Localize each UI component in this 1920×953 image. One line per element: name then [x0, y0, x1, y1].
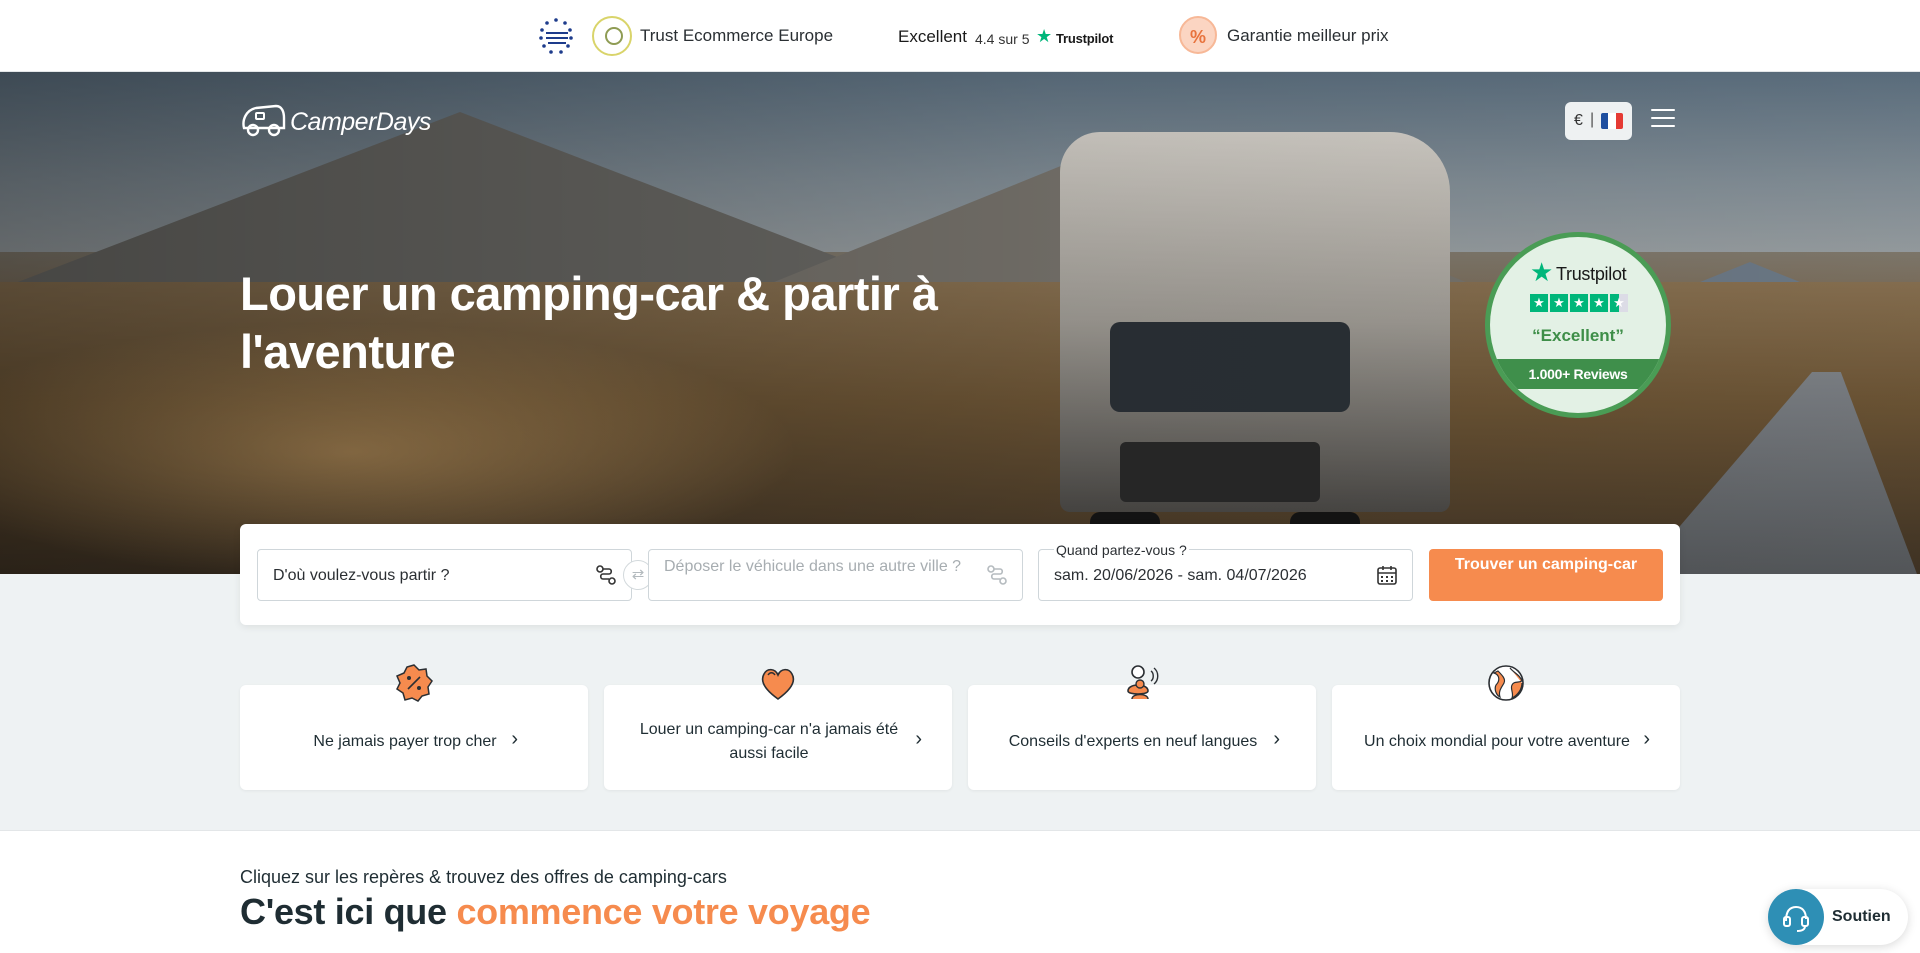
- support-label: Soutien: [1832, 908, 1891, 925]
- map-title-accent: commence votre voyage: [456, 891, 871, 932]
- star-icon: ★: [1530, 294, 1548, 312]
- trustpilot-badge-brand: Trustpilot: [1556, 264, 1627, 284]
- date-range-value: sam. 20/06/2026 - sam. 04/07/2026: [1054, 567, 1307, 584]
- camper-logo-icon: [242, 104, 286, 137]
- hero-banner: CamperDays € | Louer un camping-car & pa…: [0, 72, 1920, 574]
- trust-bar: Trust Ecommerce Europe Excellent 4.4 sur…: [0, 0, 1920, 72]
- trust-ecommerce-label: Trust Ecommerce Europe: [640, 26, 834, 45]
- pickup-location-field[interactable]: D'où voulez-vous partir ?: [257, 549, 632, 601]
- garantie-label: Garantie meilleur prix: [1227, 26, 1389, 45]
- feature-label: Louer un camping-car n'a jamais été auss…: [639, 720, 899, 762]
- support-button[interactable]: Soutien: [1768, 889, 1908, 945]
- map-section: Cliquez sur les repères & trouvez des of…: [0, 830, 1920, 953]
- trust-ecommerce-europe-logo: [539, 18, 573, 54]
- date-range-field[interactable]: Quand partez-vous ? sam. 20/06/2026 - sa…: [1038, 542, 1413, 601]
- feature-label: Conseils d'experts en neuf langues: [1008, 732, 1258, 750]
- feature-card-worldwide[interactable]: Un choix mondial pour votre aventure ›: [1332, 665, 1680, 790]
- rating-word: Excellent: [898, 27, 967, 46]
- find-camper-button[interactable]: Trouver un camping-car: [1429, 549, 1663, 601]
- dropoff-location-placeholder: Déposer le véhicule dans une autre ville…: [664, 558, 962, 575]
- chevron-right-icon: ›: [1273, 728, 1280, 750]
- trustpilot-star-icon: ★: [1530, 257, 1554, 287]
- search-form: D'où voulez-vous partir ? ⇄ Déposer le v…: [240, 524, 1680, 625]
- star-icon: ★: [1570, 294, 1588, 312]
- chevron-right-icon: ›: [511, 728, 518, 750]
- map-title-plain: C'est ici que: [240, 891, 457, 932]
- chevron-right-icon: ›: [915, 728, 922, 750]
- rating-score: 4.4 sur 5: [975, 31, 1030, 47]
- trustpilot-reviews: 1.000+ Reviews: [1490, 359, 1666, 389]
- hamburger-menu-icon[interactable]: [1651, 109, 1675, 129]
- calendar-icon: [1377, 566, 1397, 585]
- certification-seal-icon: [592, 16, 632, 56]
- feature-card-experts[interactable]: Conseils d'experts en neuf langues ›: [968, 665, 1316, 790]
- map-section-title: C'est ici que commence votre voyage: [240, 891, 871, 933]
- star-icon: ★: [1590, 294, 1608, 312]
- feature-card-easy[interactable]: Louer un camping-car n'a jamais été auss…: [604, 668, 952, 790]
- dropoff-location-field[interactable]: Déposer le véhicule dans une autre ville…: [648, 549, 1023, 601]
- support-chat-icon: [1768, 889, 1824, 945]
- chevron-right-icon: ›: [1643, 728, 1650, 750]
- star-icon: ★: [1550, 294, 1568, 312]
- route-icon: [987, 565, 1007, 585]
- trustpilot-star-icon: ★: [1036, 26, 1053, 46]
- feature-label: Ne jamais payer trop cher: [313, 732, 497, 750]
- currency-language-selector[interactable]: € |: [1565, 102, 1632, 140]
- currency-symbol: €: [1574, 112, 1583, 129]
- feature-label: Un choix mondial pour votre aventure: [1364, 732, 1630, 750]
- trustpilot-quote: “Excellent”: [1532, 326, 1624, 345]
- percent-icon: %: [1179, 16, 1217, 54]
- feature-card-price[interactable]: Ne jamais payer trop cher ›: [240, 664, 588, 790]
- rating-stars: ★ ★ ★ ★ ★: [1530, 294, 1628, 312]
- trustpilot-badge: ★ Trustpilot ★ ★ ★ ★ ★ “Excellent” 1.000…: [1485, 232, 1671, 418]
- logo-text: CamperDays: [290, 108, 431, 136]
- half-star-icon: ★: [1610, 294, 1628, 312]
- pickup-location-value: D'où voulez-vous partir ?: [273, 567, 450, 584]
- france-flag-icon: [1601, 113, 1623, 129]
- route-icon: [596, 565, 616, 585]
- hero-title: Louer un camping-car & partir à l'aventu…: [240, 267, 938, 378]
- date-range-label: Quand partez-vous ?: [1054, 542, 1189, 558]
- trustpilot-brand[interactable]: Trustpilot: [1056, 31, 1113, 46]
- map-section-kicker: Cliquez sur les repères & trouvez des of…: [240, 867, 727, 887]
- selector-separator: |: [1590, 111, 1595, 128]
- camperdays-logo[interactable]: CamperDays: [240, 100, 431, 144]
